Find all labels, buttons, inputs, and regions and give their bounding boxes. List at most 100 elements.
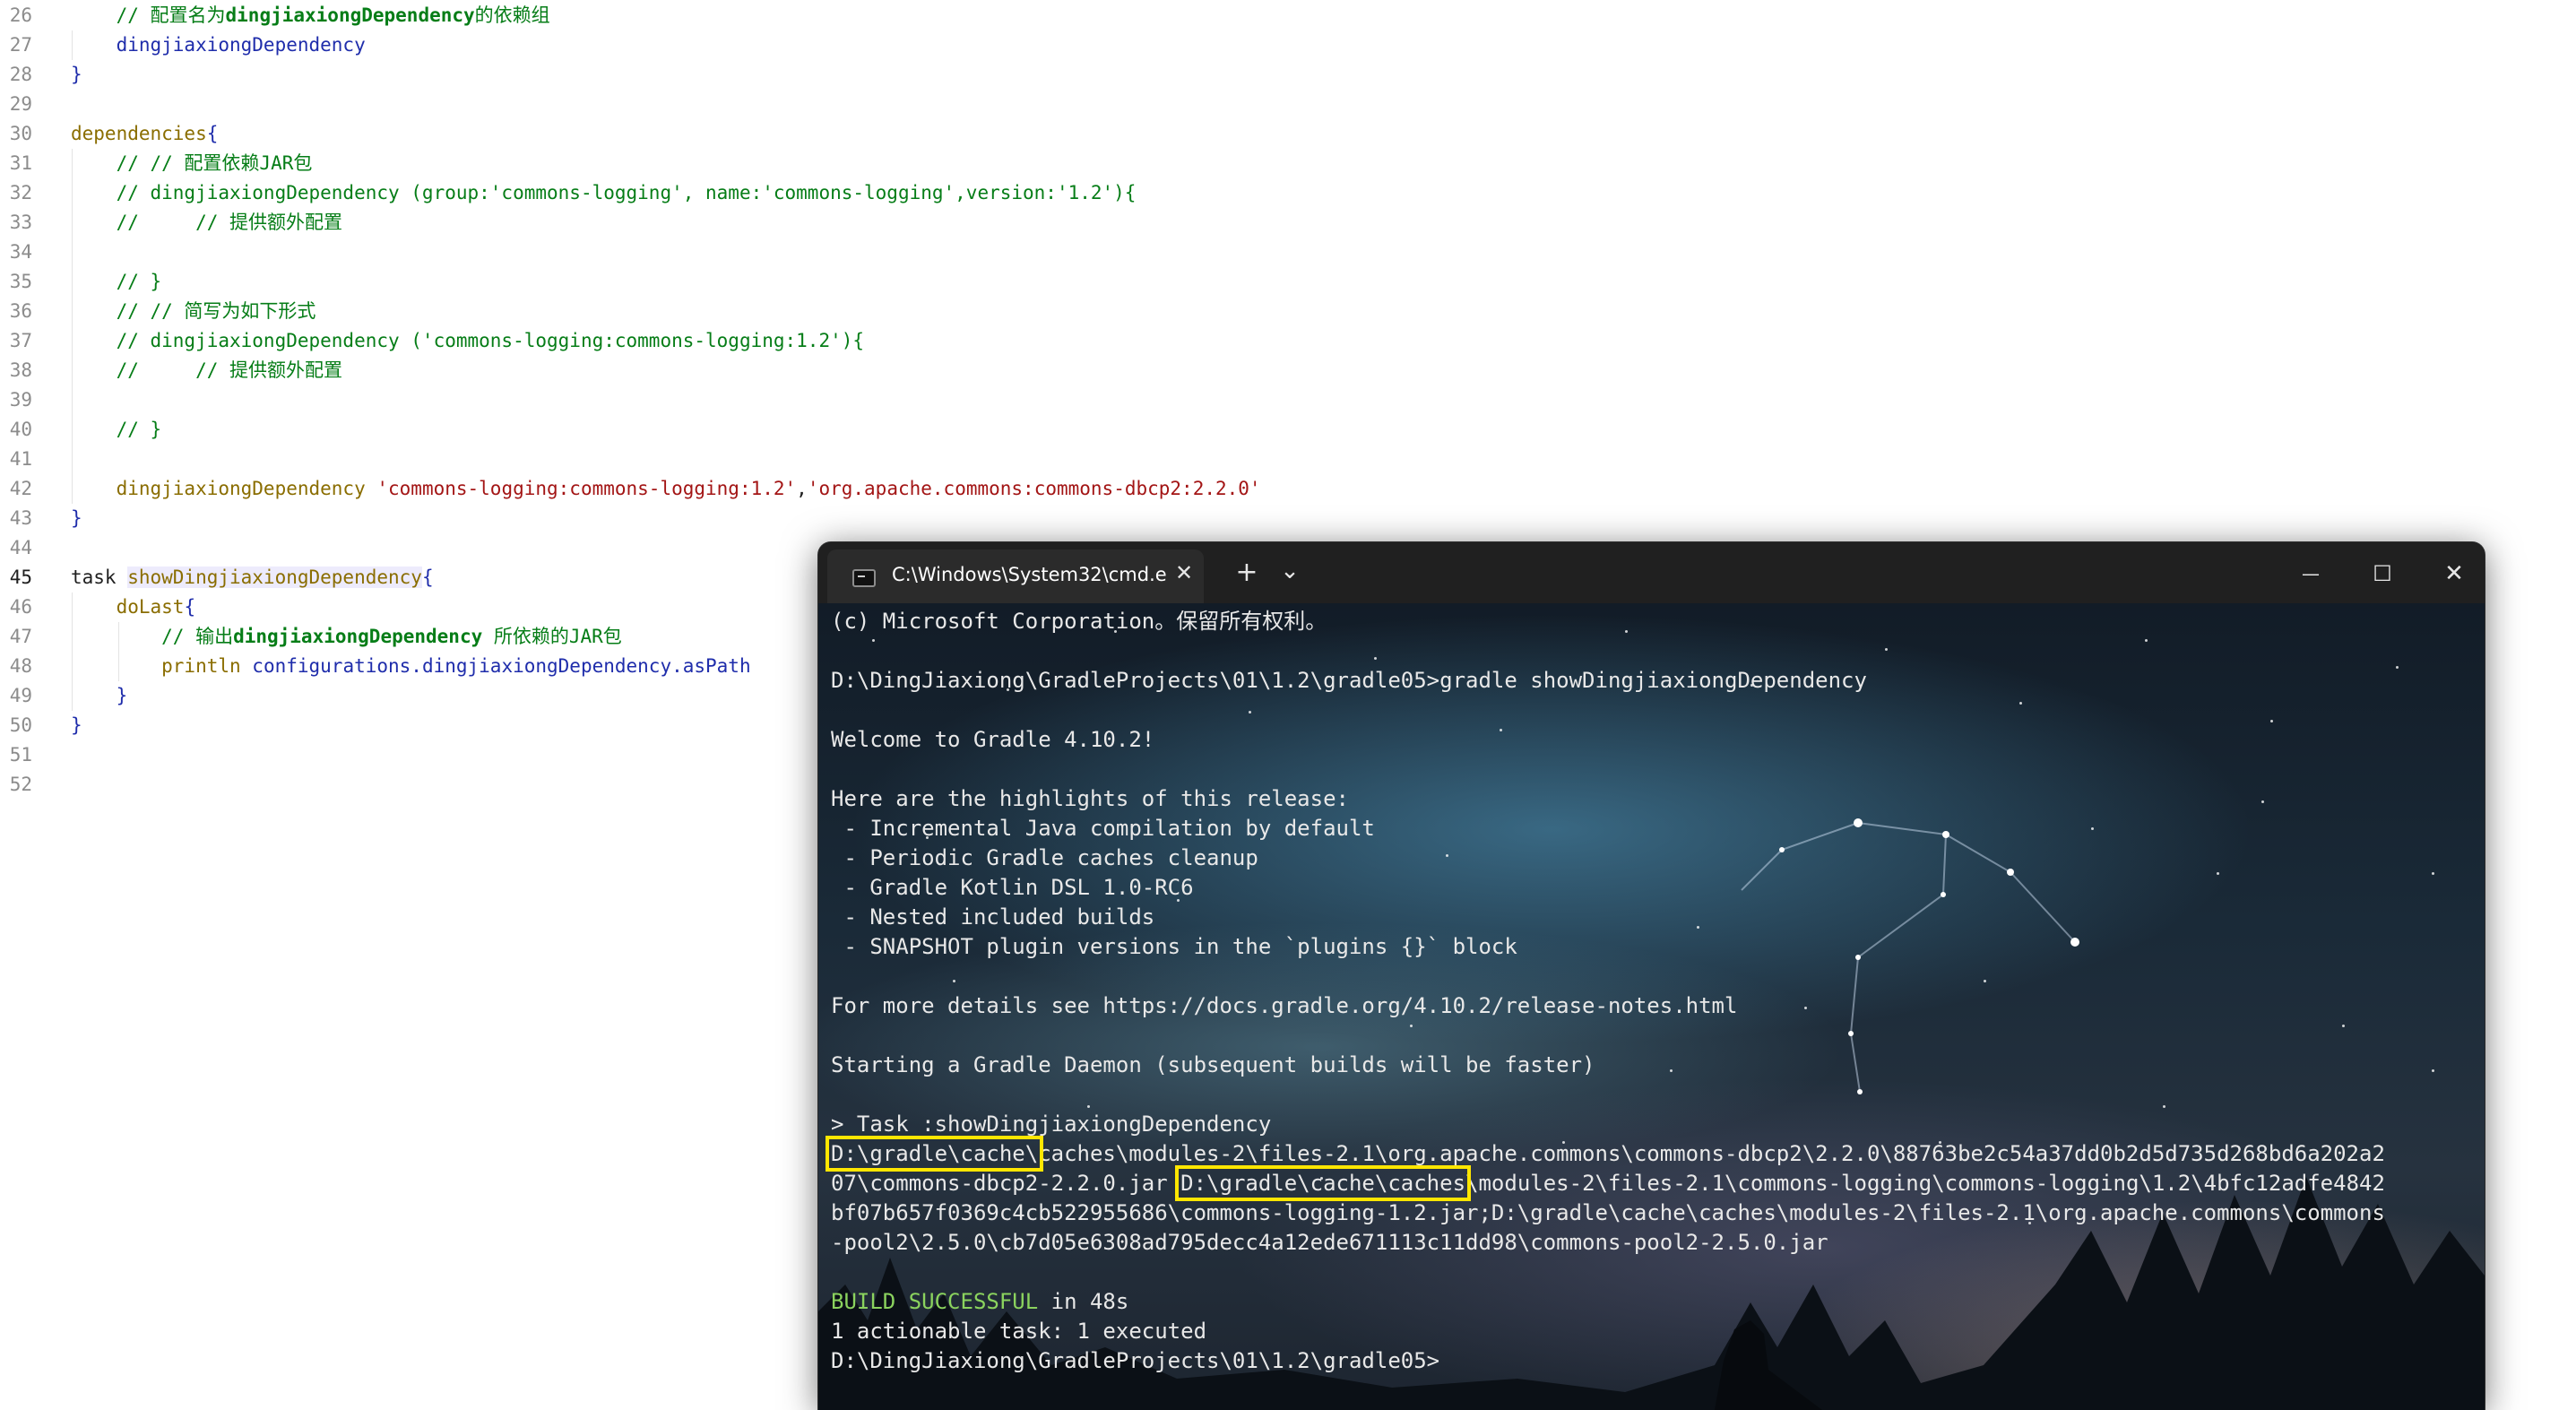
line-number: 30 <box>9 123 32 144</box>
code-line[interactable]: 30 dependencies{ <box>0 119 2576 149</box>
line-number: 36 <box>9 300 32 322</box>
line-number: 27 <box>9 34 32 56</box>
code-line[interactable]: 26 // 配置名为dingjiaxiongDependency的依赖组 <box>0 1 2576 30</box>
line-number: 51 <box>9 744 32 766</box>
code-token: dependencies <box>71 123 207 144</box>
line-number: 33 <box>9 212 32 233</box>
code-token: configurations.dingjiaxiongDependency.as… <box>252 655 751 677</box>
line-number: 46 <box>9 596 32 618</box>
terminal-line: D:\DingJiaxiong\GradleProjects\01\1.2\gr… <box>831 1346 1439 1376</box>
code-text[interactable]: // 配置名为dingjiaxiongDependency的依赖组 <box>71 1 550 30</box>
code-line[interactable]: 37 // dingjiaxiongDependency ('commons-l… <box>0 326 2576 356</box>
code-text[interactable]: dependencies{ <box>71 119 218 149</box>
code-token: // dingjiaxiongDependency ('commons-logg… <box>71 330 865 351</box>
new-tab-button[interactable]: + <box>1229 559 1265 587</box>
terminal-line: - Gradle Kotlin DSL 1.0-RC6 <box>831 873 1193 903</box>
terminal-line: D:\gradle\cache\caches\modules-2\files-2… <box>825 1136 2385 1172</box>
code-token: dingjiaxiongDependency <box>71 34 366 56</box>
code-token: // // 提供额外配置 <box>71 212 343 233</box>
line-number: 42 <box>9 478 32 499</box>
code-line[interactable]: 34 <box>0 238 2576 267</box>
code-line[interactable]: 35 // } <box>0 267 2576 297</box>
tab-close-icon[interactable]: ✕ <box>1171 560 1197 585</box>
code-text[interactable]: // // 配置依赖JAR包 <box>71 149 313 178</box>
code-text[interactable]: // dingjiaxiongDependency ('commons-logg… <box>71 326 864 356</box>
code-line[interactable]: 36 // // 简写为如下形式 <box>0 297 2576 326</box>
tab-title: C:\Windows\System32\cmd.e <box>892 564 1167 585</box>
terminal-text: For more details see https://docs.gradle… <box>831 993 1738 1018</box>
code-token: // // 配置依赖JAR包 <box>71 152 313 174</box>
code-line[interactable]: 41 <box>0 445 2576 474</box>
terminal-titlebar[interactable]: C:\Windows\System32\cmd.e ✕ + ⌄ — ☐ ✕ <box>818 542 2485 603</box>
code-text[interactable]: // // 提供额外配置 <box>71 356 342 385</box>
terminal-window[interactable]: C:\Windows\System32\cmd.e ✕ + ⌄ — ☐ ✕ (c… <box>818 542 2485 1410</box>
code-line[interactable]: 33 // // 提供额外配置 <box>0 208 2576 238</box>
terminal-console[interactable]: (c) Microsoft Corporation。保留所有权利。 D:\Ding… <box>818 603 2485 1410</box>
terminal-text: in 48s <box>1038 1289 1129 1314</box>
dropdown-chevron-icon[interactable]: ⌄ <box>1274 559 1306 587</box>
line-number: 52 <box>9 774 32 795</box>
code-text[interactable]: } <box>71 681 128 711</box>
code-text[interactable]: doLast{ <box>71 593 196 622</box>
code-text[interactable]: dingjiaxiongDependency <box>71 30 366 60</box>
minimize-button[interactable]: — <box>2288 560 2333 587</box>
code-token: // dingjiaxiongDependency (group:'common… <box>71 182 1137 203</box>
code-token: showDingjiaxiongDependency <box>127 567 422 588</box>
code-line[interactable]: 43} <box>0 504 2576 533</box>
terminal-text: 07\commons-dbcp2-2.2.0.jar <box>831 1171 1181 1196</box>
code-token: dingjiaxiongDependency <box>225 4 475 26</box>
code-text[interactable]: task showDingjiaxiongDependency{ <box>71 563 434 593</box>
code-token: // // 简写为如下形式 <box>71 300 316 322</box>
terminal-text: caches\modules-2\files-2.1\org.apache.co… <box>1038 1141 2385 1166</box>
line-number: 45 <box>9 567 32 588</box>
code-token: } <box>71 64 82 85</box>
code-text[interactable]: } <box>71 711 82 740</box>
code-token: } <box>71 714 82 736</box>
code-line[interactable]: 28} <box>0 60 2576 90</box>
code-token: doLast <box>71 596 185 618</box>
line-number: 41 <box>9 448 32 470</box>
code-text[interactable]: // } <box>71 415 162 445</box>
code-token: 所依赖的JAR包 <box>482 626 622 647</box>
line-number: 34 <box>9 241 32 263</box>
terminal-line: - SNAPSHOT plugin versions in the `plugi… <box>831 932 1517 962</box>
code-line[interactable]: 38 // // 提供额外配置 <box>0 356 2576 385</box>
code-text[interactable]: // // 提供额外配置 <box>71 208 342 238</box>
code-line[interactable]: 39 <box>0 385 2576 415</box>
build-status: BUILD SUCCESSFUL <box>831 1289 1039 1314</box>
code-line[interactable]: 32 // dingjiaxiongDependency (group:'com… <box>0 178 2576 208</box>
terminal-line: Starting a Gradle Daemon (subsequent bui… <box>831 1051 1595 1080</box>
line-number: 40 <box>9 419 32 440</box>
terminal-line: BUILD SUCCESSFUL in 48s <box>831 1287 1128 1317</box>
terminal-line: -pool2\2.5.0\cb7d05e6308ad795decc4a12ede… <box>831 1228 1828 1258</box>
code-text[interactable]: println configurations.dingjiaxiongDepen… <box>71 652 751 681</box>
code-text[interactable]: } <box>71 504 82 533</box>
code-text[interactable]: // // 简写为如下形式 <box>71 297 316 326</box>
terminal-line: Welcome to Gradle 4.10.2! <box>831 725 1154 755</box>
terminal-text: D:\DingJiaxiong\GradleProjects\01\1.2\gr… <box>831 1348 1440 1373</box>
code-text[interactable]: } <box>71 60 82 90</box>
terminal-line: For more details see https://docs.gradle… <box>831 991 1737 1021</box>
terminal-line: 1 actionable task: 1 executed <box>831 1317 1206 1346</box>
code-line[interactable]: 40 // } <box>0 415 2576 445</box>
terminal-text: D:\DingJiaxiong\GradleProjects\01\1.2\gr… <box>831 668 1867 693</box>
terminal-text: -pool2\2.5.0\cb7d05e6308ad795decc4a12ede… <box>831 1230 1828 1255</box>
line-number: 48 <box>9 655 32 677</box>
code-text[interactable]: dingjiaxiongDependency 'commons-logging:… <box>71 474 1261 504</box>
code-text[interactable]: // dingjiaxiongDependency (group:'common… <box>71 178 1137 208</box>
terminal-tab[interactable]: C:\Windows\System32\cmd.e ✕ <box>827 549 1204 603</box>
maximize-button[interactable]: ☐ <box>2360 560 2405 587</box>
cmd-icon <box>852 569 876 587</box>
terminal-text: - Nested included builds <box>831 904 1155 930</box>
code-text[interactable]: // 输出dingjiaxiongDependency 所依赖的JAR包 <box>71 622 622 652</box>
terminal-line: - Incremental Java compilation by defaul… <box>831 814 1374 843</box>
close-window-button[interactable]: ✕ <box>2432 560 2477 587</box>
code-line[interactable]: 29 <box>0 90 2576 119</box>
line-number: 49 <box>9 685 32 706</box>
code-line[interactable]: 31 // // 配置依赖JAR包 <box>0 149 2576 178</box>
terminal-text: (c) Microsoft Corporation。保留所有权利。 <box>831 609 1327 634</box>
code-text[interactable]: // } <box>71 267 162 297</box>
code-line[interactable]: 42 dingjiaxiongDependency 'commons-loggi… <box>0 474 2576 504</box>
code-line[interactable]: 27 dingjiaxiongDependency <box>0 30 2576 60</box>
code-token: { <box>184 596 196 618</box>
